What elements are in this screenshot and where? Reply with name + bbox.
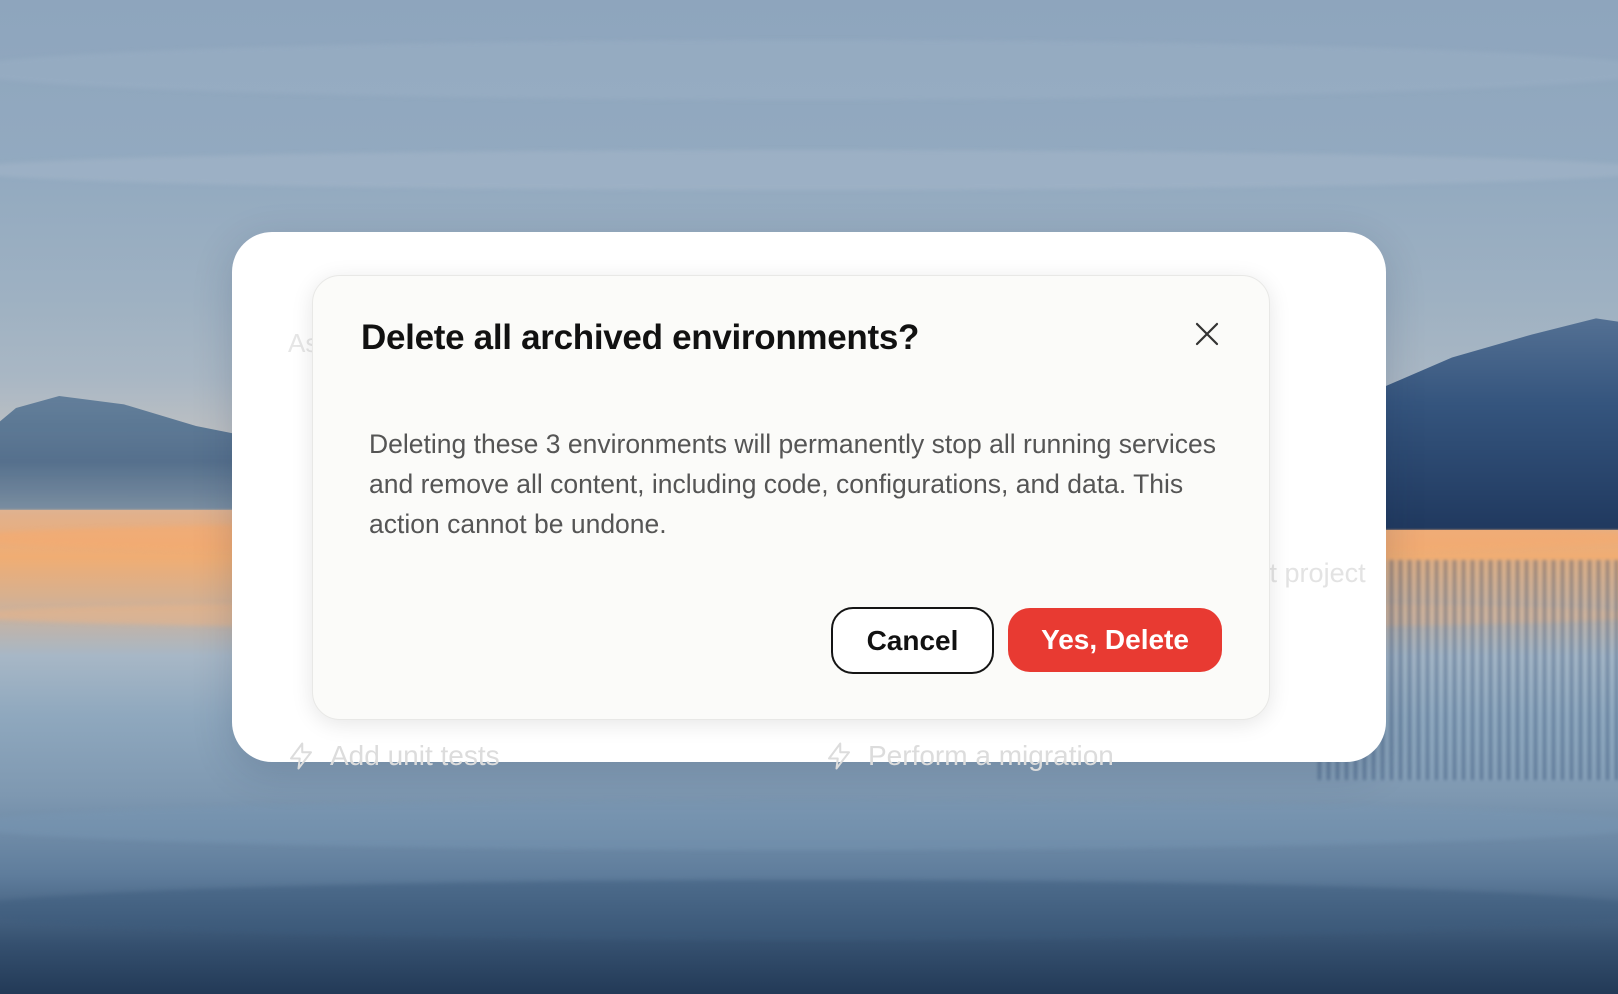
suggestion-add-unit-tests[interactable]: Add unit tests (286, 740, 500, 772)
close-icon (1195, 322, 1219, 346)
desktop-background: Ask Select project Add unit tests Perfor… (0, 0, 1618, 994)
close-button[interactable] (1189, 316, 1225, 352)
suggestion-label: Add unit tests (330, 740, 500, 771)
confirm-delete-button[interactable]: Yes, Delete (1008, 608, 1222, 672)
dialog-message: Deleting these 3 environments will perma… (369, 429, 1216, 539)
delete-confirmation-dialog: Delete all archived environments? Deleti… (312, 275, 1270, 720)
cancel-button[interactable]: Cancel (831, 607, 994, 674)
lightning-icon (828, 742, 850, 770)
suggestion-label: Perform a migration (868, 740, 1114, 771)
lightning-icon (290, 742, 312, 770)
dialog-title: Delete all archived environments? (361, 318, 920, 357)
suggestion-perform-migration[interactable]: Perform a migration (824, 740, 1114, 772)
